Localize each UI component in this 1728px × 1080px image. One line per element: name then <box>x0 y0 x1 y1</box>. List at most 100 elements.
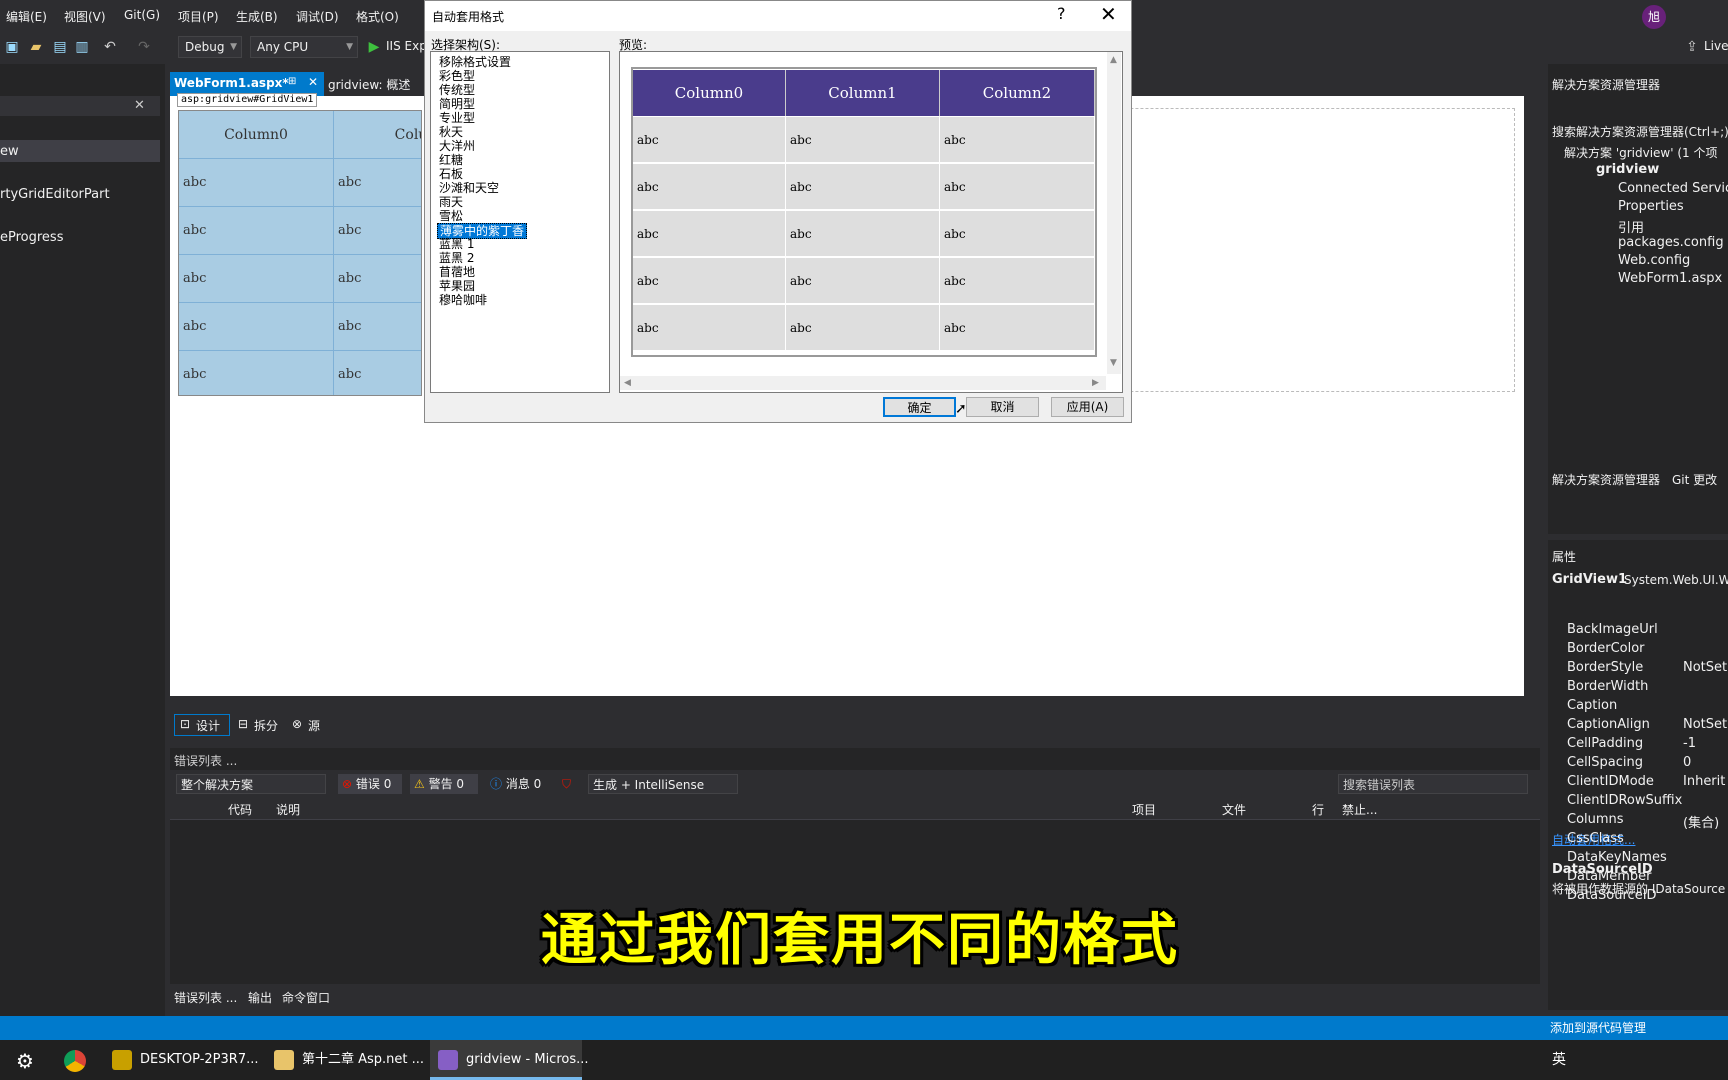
tree-properties[interactable]: Properties <box>1618 199 1684 214</box>
messages-filter-button[interactable]: ⓘ 消息 0 <box>486 774 548 794</box>
apply-button[interactable]: 应用(A) <box>1051 397 1124 417</box>
prop-name[interactable]: DataSourceID <box>1567 888 1657 903</box>
error-search-input[interactable]: 搜索错误列表 <box>1338 774 1528 794</box>
save-icon[interactable]: ▤ <box>52 39 68 55</box>
taskbar-app-visual-studio[interactable]: gridview - Micros... <box>430 1040 589 1080</box>
prop-value[interactable]: -1 <box>1683 736 1696 751</box>
tab-gridview-overview[interactable]: gridview: 概述 <box>328 76 410 93</box>
prop-name[interactable]: ClientIDRowSuffix <box>1567 793 1682 808</box>
col-line[interactable]: 行 <box>1312 801 1324 818</box>
taskbar-app-folder[interactable]: 第十二章 Asp.net ... <box>266 1040 424 1080</box>
prop-name[interactable]: DataMember <box>1567 869 1652 884</box>
scroll-down-icon[interactable]: ▼ <box>1110 358 1117 368</box>
prop-name[interactable]: BorderWidth <box>1567 679 1648 694</box>
scheme-option[interactable]: 红糖 <box>437 153 465 167</box>
scheme-option[interactable]: 简明型 <box>437 97 477 111</box>
prop-name[interactable]: CaptionAlign <box>1567 717 1650 732</box>
solution-search-input[interactable]: 搜索解决方案资源管理器(Ctrl+;) <box>1552 123 1728 140</box>
close-icon[interactable]: ✕ <box>134 98 145 113</box>
menu-edit[interactable]: 编辑(E) <box>6 8 47 25</box>
prop-name[interactable]: BorderStyle <box>1567 660 1643 675</box>
prop-name[interactable]: BorderColor <box>1567 641 1645 656</box>
scheme-option[interactable]: 苹果园 <box>437 279 477 293</box>
menu-project[interactable]: 项目(P) <box>178 8 219 25</box>
preview-horizontal-scrollbar[interactable]: ◀ ▶ <box>620 376 1106 390</box>
run-label[interactable]: IIS Exp <box>386 39 427 53</box>
prop-name[interactable]: Columns <box>1567 812 1624 827</box>
tree-connected-services[interactable]: Connected Services <box>1618 181 1728 196</box>
prop-name[interactable]: CssClass <box>1567 831 1624 846</box>
scroll-left-icon[interactable]: ◀ <box>624 378 631 388</box>
tree-web-config[interactable]: Web.config <box>1618 253 1690 268</box>
col-project[interactable]: 项目 <box>1132 801 1156 818</box>
scroll-up-icon[interactable]: ▲ <box>1110 55 1117 65</box>
scheme-option[interactable]: 彩色型 <box>437 69 477 83</box>
col-description[interactable]: 说明 <box>276 801 300 818</box>
save-all-icon[interactable]: ▥ <box>74 39 90 55</box>
open-folder-icon[interactable]: ▰ <box>28 39 44 55</box>
scheme-option[interactable]: 沙滩和天空 <box>437 181 501 195</box>
design-gridview[interactable]: Column0 Colu abc abc abc abc abc abc abc… <box>178 110 422 396</box>
chrome-icon[interactable] <box>64 1050 86 1072</box>
scope-select[interactable]: 整个解决方案 <box>176 774 326 794</box>
menu-git[interactable]: Git(G) <box>124 8 160 22</box>
live-share-label[interactable]: Live <box>1704 39 1728 53</box>
prop-name[interactable]: ClientIDMode <box>1567 774 1654 789</box>
redo-icon[interactable]: ↷ <box>136 39 152 55</box>
scheme-option[interactable]: 秋天 <box>437 125 465 139</box>
undo-icon[interactable]: ↶ <box>102 39 118 55</box>
prop-name[interactable]: CellPadding <box>1567 736 1643 751</box>
dialog-close-icon[interactable]: ✕ <box>1100 2 1117 26</box>
ime-language-indicator[interactable]: 英 <box>1552 1049 1566 1069</box>
close-icon[interactable]: ✕ <box>308 75 318 89</box>
menu-build[interactable]: 生成(B) <box>236 8 278 25</box>
scheme-option[interactable]: 蓝黑 1 <box>437 237 476 251</box>
build-filter-select[interactable]: 生成 + IntelliSense <box>588 774 738 794</box>
menu-format[interactable]: 格式(O) <box>356 8 399 25</box>
live-share-icon[interactable]: ⇪ <box>1684 39 1700 55</box>
tab-error-list[interactable]: 错误列表 ... <box>174 989 237 1006</box>
scheme-option[interactable]: 雪松 <box>437 209 465 223</box>
run-icon[interactable]: ▶ <box>366 39 382 55</box>
tab-output[interactable]: 输出 <box>248 989 272 1006</box>
prop-value[interactable]: 0 <box>1683 755 1691 770</box>
scheme-listbox[interactable]: 移除格式设置 彩色型 传统型 简明型 专业型 秋天 大洋州 红糖 石板 沙滩和天… <box>430 51 610 393</box>
errors-filter-button[interactable]: ⊗ 错误 0 <box>338 774 402 794</box>
left-item-1[interactable]: ew <box>0 144 19 159</box>
view-source-button[interactable]: 源 <box>308 717 320 734</box>
left-item-3[interactable]: eProgress <box>0 230 63 245</box>
user-avatar[interactable]: 旭 <box>1642 5 1666 29</box>
scheme-option[interactable]: 移除格式设置 <box>437 55 513 69</box>
prop-value[interactable]: NotSet <box>1683 660 1727 675</box>
scroll-right-icon[interactable]: ▶ <box>1092 378 1099 388</box>
view-design-button[interactable]: 设计 <box>196 717 220 734</box>
tree-packages-config[interactable]: packages.config <box>1618 235 1724 250</box>
new-item-icon[interactable]: ▣ <box>4 39 20 55</box>
dialog-help-button[interactable]: ? <box>1057 4 1066 23</box>
scheme-option[interactable]: 大洋州 <box>437 139 477 153</box>
solution-node[interactable]: 解决方案 'gridview' (1 个项 <box>1564 144 1718 161</box>
ok-button[interactable]: 确定 <box>883 397 956 417</box>
col-file[interactable]: 文件 <box>1222 801 1246 818</box>
tree-webform1[interactable]: WebForm1.aspx <box>1618 271 1722 286</box>
settings-gear-icon[interactable]: ⚙ <box>16 1049 34 1073</box>
prop-value[interactable]: NotSet <box>1683 717 1727 732</box>
prop-name[interactable]: Caption <box>1567 698 1617 713</box>
filter-icon[interactable]: ⛉ <box>562 774 571 794</box>
scheme-option[interactable]: 石板 <box>437 167 465 181</box>
cancel-button[interactable]: 取消 <box>966 397 1039 417</box>
project-node[interactable]: gridview <box>1596 162 1659 177</box>
scheme-option[interactable]: 传统型 <box>437 83 477 97</box>
add-to-source-control[interactable]: 添加到源代码管理 <box>1550 1019 1646 1036</box>
config-select[interactable]: Debug ▼ <box>178 36 242 58</box>
scheme-option[interactable]: 雨天 <box>437 195 465 209</box>
scheme-option[interactable]: 穆哈咖啡 <box>437 293 489 307</box>
scheme-option[interactable]: 苜蓿地 <box>437 265 477 279</box>
preview-vertical-scrollbar[interactable]: ▲ ▼ <box>1107 52 1121 374</box>
col-code[interactable]: 代码 <box>228 801 252 818</box>
tree-references[interactable]: 引用 <box>1618 217 1644 236</box>
tab-git-changes[interactable]: Git 更改 <box>1672 471 1717 488</box>
warnings-filter-button[interactable]: ⚠ 警告 0 <box>410 774 478 794</box>
scheme-option[interactable]: 蓝黑 2 <box>437 251 476 265</box>
menu-view[interactable]: 视图(V) <box>64 8 106 25</box>
